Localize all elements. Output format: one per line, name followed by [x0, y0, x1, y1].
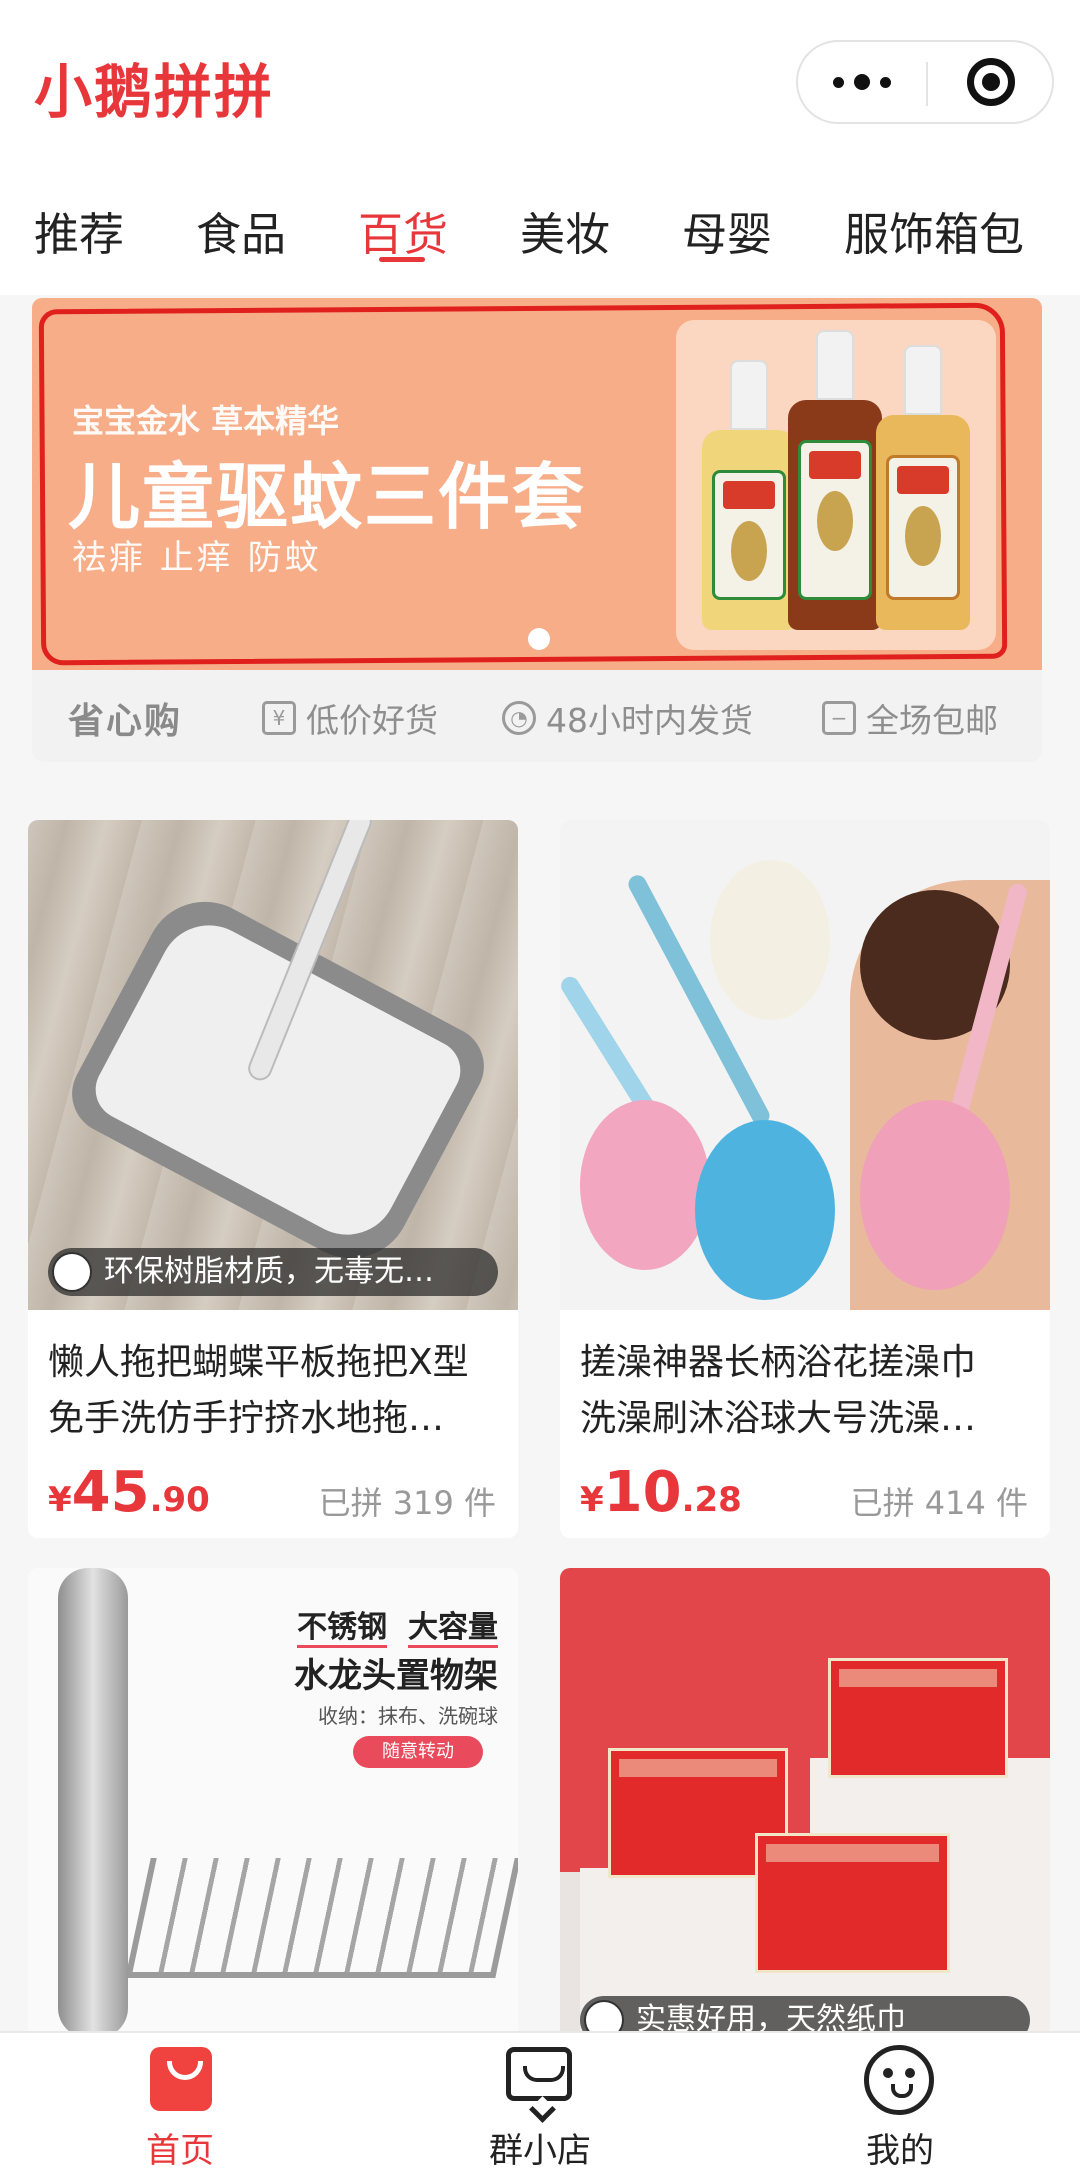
tab-beauty[interactable]: 美妆 — [520, 205, 610, 265]
product-card[interactable]: 不锈钢 大容量 水龙头置物架 收纳：抹布、洗碗球 随意转动 — [28, 1568, 518, 2068]
bag-icon — [150, 2047, 212, 2111]
tab-group-shop[interactable]: 群小店 — [440, 2033, 640, 2177]
more-dot-icon — [880, 76, 891, 88]
product-title-line: 搓澡神器长柄浴花搓澡巾 — [580, 1342, 977, 1383]
product-title: 懒人拖把蝴蝶平板拖把X型 免手洗仿手拧挤水地拖… — [48, 1335, 498, 1447]
more-dot-icon — [833, 76, 844, 88]
product-title: 搓澡神器长柄浴花搓澡巾 洗澡刷沐浴球大号洗澡… — [580, 1335, 1030, 1447]
tab-baby[interactable]: 母婴 — [682, 205, 772, 265]
bottle-image — [876, 345, 970, 630]
product-card[interactable]: 环保树脂材质，无毒无… 懒人拖把蝴蝶平板拖把X型 免手洗仿手拧挤水地拖… ¥45… — [28, 820, 518, 1538]
price-decimal: .28 — [681, 1480, 742, 1520]
tab-food[interactable]: 食品 — [196, 205, 286, 265]
avatar-icon — [52, 1252, 92, 1292]
tab-me[interactable]: 我的 — [800, 2033, 1000, 2177]
promise-low-price: ¥ 低价好货 — [262, 694, 438, 742]
price-integer: 45 — [71, 1460, 150, 1525]
image-text: 不锈钢 大容量 — [297, 1602, 498, 1648]
bottle-image — [788, 330, 882, 630]
shop-icon — [506, 2047, 572, 2101]
image-text: 水龙头置物架 — [294, 1656, 498, 1696]
tab-general-goods[interactable]: 百货 — [358, 205, 448, 265]
product-title-line: 懒人拖把蝴蝶平板拖把X型 — [48, 1342, 469, 1383]
promise-48h-ship: ◔ 48小时内发货 — [502, 694, 753, 742]
price-decimal: .90 — [149, 1480, 210, 1520]
bottom-tab-bar: 首页 群小店 我的 — [0, 2031, 1080, 2177]
bottle-image — [702, 360, 796, 630]
target-icon — [967, 58, 1015, 106]
doc-icon: − — [822, 701, 856, 735]
promise-free-shipping: − 全场包邮 — [822, 694, 998, 742]
product-title-line: 免手洗仿手拧挤水地拖… — [48, 1398, 445, 1439]
category-tabs: 推荐 食品 百货 美妆 母婴 服饰箱包 — [0, 165, 1080, 295]
product-image — [560, 820, 1050, 1310]
tab-recommend[interactable]: 推荐 — [34, 205, 124, 265]
product-card[interactable]: 实惠好用，天然纸巾 — [560, 1568, 1050, 2068]
miniprogram-capsule — [796, 40, 1054, 124]
product-image: 实惠好用，天然纸巾 — [560, 1568, 1050, 2058]
image-text: 收纳：抹布、洗碗球 — [318, 1704, 498, 1728]
promise-strip: 省心购 ¥ 低价好货 ◔ 48小时内发货 − 全场包邮 — [32, 670, 1042, 762]
app: 小鹅拼拼 推荐 食品 百货 美妆 母婴 服饰箱包 宝宝金水 草本精华 儿童驱蚊三… — [0, 0, 1080, 2177]
yen-icon: ¥ — [262, 701, 296, 735]
price-integer: 10 — [603, 1460, 682, 1525]
product-image: 不锈钢 大容量 水龙头置物架 收纳：抹布、洗碗球 随意转动 — [28, 1568, 518, 2058]
banner-title: 儿童驱蚊三件套 — [68, 455, 587, 539]
promo-banner[interactable]: 宝宝金水 草本精华 儿童驱蚊三件套 祛痱 止痒 防蚊 — [32, 298, 1042, 670]
product-price: ¥45.90 — [48, 1460, 210, 1525]
header: 小鹅拼拼 — [0, 0, 1080, 165]
active-tab-indicator — [379, 257, 425, 262]
clock-icon: ◔ — [502, 701, 536, 735]
promise-label: 全场包邮 — [866, 701, 998, 740]
product-title-line: 洗澡刷沐浴球大号洗澡… — [580, 1398, 977, 1439]
sold-count: 已拼 414 件 — [850, 1484, 1028, 1522]
promise-title: 省心购 — [68, 701, 183, 742]
tab-apparel[interactable]: 服饰箱包 — [844, 205, 1024, 265]
carousel-indicator — [528, 628, 550, 650]
penguin-icon — [864, 2045, 934, 2115]
close-button[interactable] — [928, 42, 1054, 122]
tab-label: 我的 — [866, 2131, 934, 2171]
currency-symbol: ¥ — [48, 1480, 72, 1520]
brand-logo: 小鹅拼拼 — [34, 58, 275, 126]
tab-label: 群小店 — [489, 2131, 591, 2171]
currency-symbol: ¥ — [580, 1480, 604, 1520]
sold-count: 已拼 319 件 — [318, 1484, 496, 1522]
promise-label: 48小时内发货 — [546, 701, 753, 740]
banner-product-image — [676, 320, 996, 650]
tab-home[interactable]: 首页 — [80, 2033, 280, 2177]
product-image: 环保树脂材质，无毒无… — [28, 820, 518, 1310]
promise-label: 低价好货 — [306, 701, 438, 740]
product-tag: 环保树脂材质，无毒无… — [48, 1248, 498, 1296]
banner-subtitle: 宝宝金水 草本精华 — [72, 402, 340, 440]
product-tag-text: 环保树脂材质，无毒无… — [104, 1254, 434, 1289]
more-dot-icon — [854, 74, 870, 90]
banner-tags: 祛痱 止痒 防蚊 — [72, 538, 322, 578]
image-pill: 随意转动 — [353, 1736, 483, 1768]
product-price: ¥10.28 — [580, 1460, 742, 1525]
tab-label: 首页 — [146, 2131, 214, 2171]
product-card[interactable]: 搓澡神器长柄浴花搓澡巾 洗澡刷沐浴球大号洗澡… ¥10.28 已拼 414 件 — [560, 820, 1050, 1538]
more-button[interactable] — [798, 42, 926, 122]
